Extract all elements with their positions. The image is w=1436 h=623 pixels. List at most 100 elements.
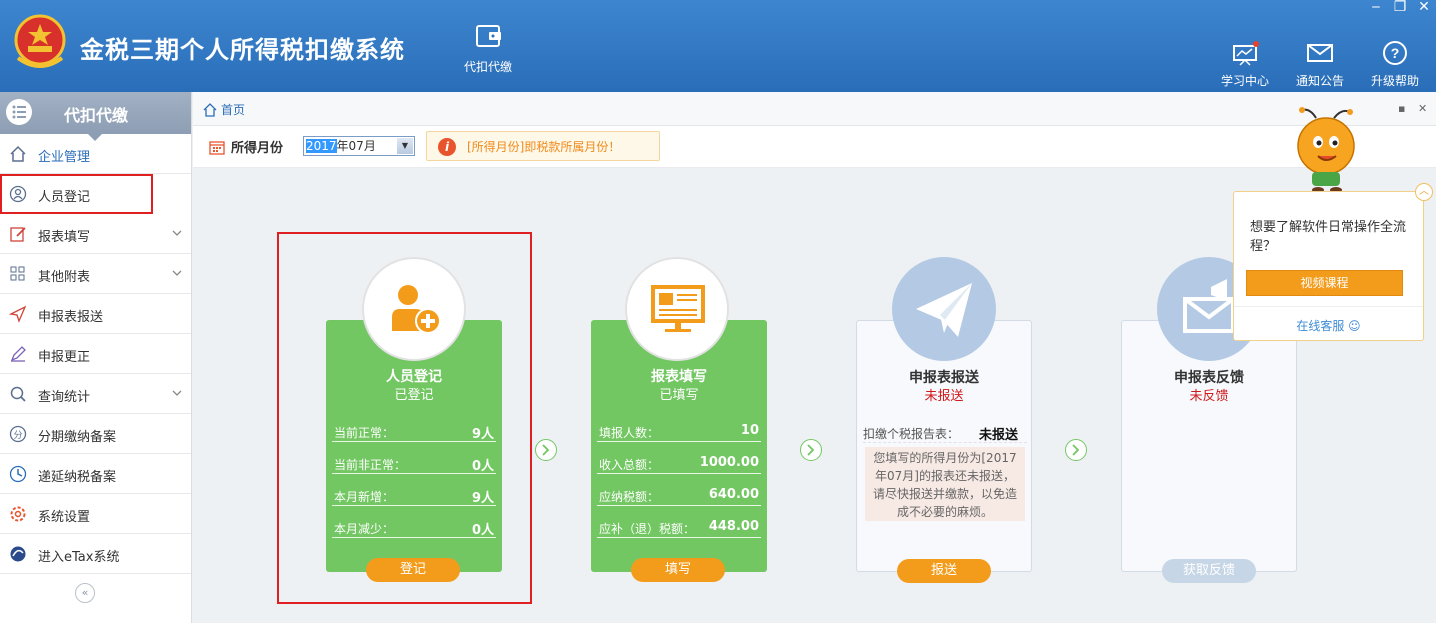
notice-button[interactable]: 通知公告 bbox=[1284, 40, 1356, 89]
app-title: 金税三期个人所得税扣缴系统 bbox=[80, 36, 405, 64]
next-step-icon bbox=[1065, 439, 1087, 461]
bee-mascot-icon bbox=[1297, 107, 1355, 193]
fill-button[interactable]: 填写 bbox=[631, 558, 725, 582]
sidebar-header: 代扣代缴 bbox=[0, 92, 191, 141]
sidebar-item-label: 进入eTax系统 bbox=[38, 550, 120, 565]
help-popup: ︿ 想要了解软件日常操作全流程？ 视频课程 在线客服 ☺ bbox=[1233, 183, 1433, 341]
tab-restore-button[interactable]: ▪ bbox=[1398, 102, 1405, 115]
calendar-icon bbox=[209, 141, 225, 155]
stat-row: 本月减少： 0人 bbox=[332, 516, 496, 538]
online-service-link[interactable]: 在线客服 ☺ bbox=[1234, 317, 1423, 334]
title-bar: 金税三期个人所得税扣缴系统 代扣代缴 学习中心 通知公告 ? 升级帮助 ‒ ❐ … bbox=[0, 0, 1436, 92]
module-withholding-button[interactable]: 代扣代缴 bbox=[456, 22, 520, 75]
info-icon: i bbox=[438, 138, 456, 156]
card-status: 未报送 bbox=[924, 389, 964, 404]
tab-bar: 首页 ▪ ✕ bbox=[193, 92, 1436, 126]
mail-icon bbox=[1307, 44, 1333, 62]
stat-row: 应补（退）税额： 448.00 bbox=[597, 516, 761, 538]
gear-icon bbox=[10, 506, 26, 522]
sidebar-item-label: 企业管理 bbox=[38, 150, 91, 165]
card-title: 申报表反馈 bbox=[1174, 370, 1244, 386]
month-year-selected: 2017 bbox=[306, 139, 337, 153]
card-title: 报表填写 bbox=[651, 369, 707, 385]
income-month-label: 所得月份 bbox=[209, 137, 283, 156]
grid-icon bbox=[10, 266, 25, 281]
sidebar-item-label: 申报表报送 bbox=[38, 310, 104, 325]
upgrade-help-label: 升级帮助 bbox=[1370, 74, 1419, 88]
income-month-picker[interactable]: 2017年07月 ▼ bbox=[303, 136, 415, 156]
dropdown-arrow-icon[interactable]: ▼ bbox=[397, 138, 413, 154]
card-status: 未反馈 bbox=[1189, 389, 1229, 404]
minimize-button[interactable]: ‒ bbox=[1364, 0, 1388, 14]
card-status: 已填写 bbox=[659, 388, 699, 403]
sidebar-item-label: 查询统计 bbox=[38, 390, 91, 405]
sidebar-item-other-tables[interactable]: 其他附表 bbox=[0, 254, 191, 294]
module-label: 代扣代缴 bbox=[463, 60, 512, 74]
learning-center-button[interactable]: 学习中心 bbox=[1209, 40, 1281, 89]
submit-button[interactable]: 报送 bbox=[897, 559, 991, 583]
card-status: 已登记 bbox=[394, 388, 434, 403]
sidebar-item-query[interactable]: 查询统计 bbox=[0, 374, 191, 414]
tab-home[interactable]: 首页 bbox=[203, 101, 245, 118]
card-title: 人员登记 bbox=[386, 369, 442, 385]
chevron-down-icon bbox=[172, 390, 182, 396]
stat-row: 本月新增： 9人 bbox=[332, 484, 496, 506]
home-icon bbox=[10, 145, 26, 162]
person-icon bbox=[9, 185, 27, 203]
get-feedback-button[interactable]: 获取反馈 bbox=[1162, 559, 1256, 583]
search-icon bbox=[10, 386, 26, 402]
sidebar-item-submit[interactable]: 申报表报送 bbox=[0, 294, 191, 334]
svg-text:?: ? bbox=[1391, 45, 1400, 61]
chevron-down-icon bbox=[172, 270, 182, 276]
sidebar-item-installment[interactable]: 分 分期缴纳备案 bbox=[0, 414, 191, 454]
sidebar-item-enterprise[interactable]: 企业管理 bbox=[0, 134, 191, 174]
paper-plane-icon bbox=[892, 257, 996, 361]
stat-row: 应纳税额： 640.00 bbox=[597, 484, 761, 506]
sidebar-item-label: 其他附表 bbox=[38, 270, 91, 285]
month-tip-text: [所得月份]即税款所属月份！ bbox=[467, 140, 621, 154]
sidebar-item-label: 分期缴纳备案 bbox=[38, 430, 117, 445]
sidebar-item-deferral[interactable]: 递延纳税备案 bbox=[0, 454, 191, 494]
sidebar-item-label: 人员登记 bbox=[38, 190, 91, 205]
video-course-button[interactable]: 视频课程 bbox=[1246, 270, 1403, 296]
stat-row: 当前非正常： 0人 bbox=[332, 452, 496, 474]
stat-row: 收入总额： 1000.00 bbox=[597, 452, 761, 474]
tab-home-label: 首页 bbox=[221, 103, 246, 117]
sidebar-item-personnel[interactable]: 人员登记 bbox=[0, 174, 153, 214]
register-button[interactable]: 登记 bbox=[366, 558, 460, 582]
collapse-up-icon[interactable]: ︿ bbox=[1415, 183, 1433, 201]
sidebar-item-label: 系统设置 bbox=[38, 510, 91, 525]
menu-list-icon bbox=[6, 99, 32, 125]
submit-reminder-note: 您填写的所得月份为[2017年07月]的报表还未报送，请尽快报送并缴款，以免造成… bbox=[865, 447, 1025, 521]
home-icon bbox=[203, 103, 217, 117]
card-title: 申报表报送 bbox=[909, 370, 979, 386]
stat-row: 填报人数： 10 bbox=[597, 420, 761, 442]
tab-close-button[interactable]: ✕ bbox=[1418, 102, 1427, 115]
next-step-icon bbox=[800, 439, 822, 461]
sidebar-item-settings[interactable]: 系统设置 bbox=[0, 494, 191, 534]
sidebar-item-etax[interactable]: 进入eTax系统 bbox=[0, 534, 191, 574]
sidebar-item-label: 递延纳税备案 bbox=[38, 470, 117, 485]
sidebar: 代扣代缴 企业管理 人员登记 报表填写 其他附表 申报表报送 申报更正 查询统计… bbox=[0, 92, 192, 623]
chat-icon: ☺ bbox=[1348, 319, 1361, 333]
sidebar-item-report-fill[interactable]: 报表填写 bbox=[0, 214, 191, 254]
sidebar-title: 代扣代缴 bbox=[64, 106, 129, 125]
close-window-button[interactable]: ✕ bbox=[1412, 0, 1436, 14]
deferral-icon bbox=[9, 465, 27, 483]
add-person-icon bbox=[362, 257, 466, 361]
learning-center-icon bbox=[1233, 41, 1259, 66]
sidebar-item-correction[interactable]: 申报更正 bbox=[0, 334, 191, 374]
upgrade-help-button[interactable]: ? 升级帮助 bbox=[1359, 40, 1431, 89]
edit-icon bbox=[10, 227, 26, 242]
sidebar-collapse-button[interactable]: « bbox=[75, 583, 95, 603]
help-icon: ? bbox=[1383, 41, 1407, 65]
month-rest: 年07月 bbox=[336, 139, 376, 153]
learning-center-label: 学习中心 bbox=[1220, 74, 1269, 88]
report-status-row: 扣缴个税报告表： 未报送 bbox=[863, 421, 1027, 443]
report-screen-icon bbox=[625, 257, 729, 361]
next-step-icon bbox=[535, 439, 557, 461]
chevron-down-icon bbox=[172, 230, 182, 236]
help-question: 想要了解软件日常操作全流程？ bbox=[1250, 220, 1407, 254]
period-toolbar: 所得月份 2017年07月 ▼ i [所得月份]即税款所属月份！ bbox=[193, 126, 1436, 168]
maximize-button[interactable]: ❐ bbox=[1388, 0, 1412, 14]
